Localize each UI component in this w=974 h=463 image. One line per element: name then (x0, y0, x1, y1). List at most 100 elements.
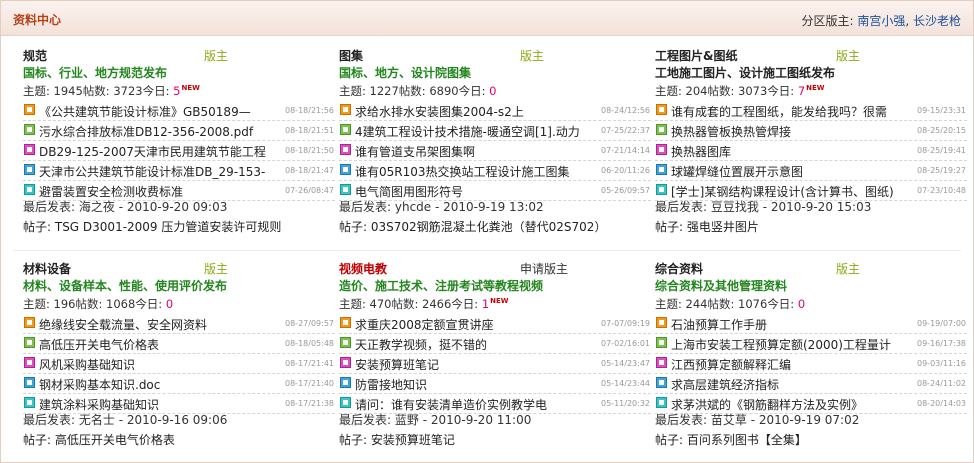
thread-row[interactable]: 《公共建筑节能设计标准》GB50189— 08-18/21:56 (23, 101, 335, 121)
thread-type-icon (656, 104, 667, 115)
post-title-link[interactable]: 03S702钢筋混凝土化粪池（替代02S702） (371, 220, 607, 234)
thread-row[interactable]: 谁有管道支吊架图集啊 07-21/14:14 (339, 141, 651, 161)
today-count: 0 (797, 297, 806, 311)
thread-title[interactable]: 江西预算定额解释汇编 (671, 356, 899, 373)
post-title-link[interactable]: 百问系列图书【全集】 (687, 433, 807, 447)
forum-name[interactable]: 图集 (339, 47, 363, 64)
thread-row[interactable]: 天正教学视频，挺不错的 07-02/16:01 (339, 334, 651, 354)
thread-row[interactable]: 江西预算定额解释汇编 09-03/11:16 (655, 354, 967, 374)
thread-title[interactable]: 4建筑工程设计技术措施-暖通空调[1].动力 (355, 123, 583, 140)
forum-name[interactable]: 工程图片&图纸 (655, 47, 737, 64)
thread-row[interactable]: 球罐焊缝位置展开示意图 08-25/19:27 (655, 161, 967, 181)
thread-title[interactable]: 换热器管板换热管焊接 (671, 123, 899, 140)
thread-row[interactable]: 谁有05R103热交换站工程设计施工图集 06-20/11:26 (339, 161, 651, 181)
post-title-link[interactable]: 安装预算班笔记 (371, 433, 455, 447)
forum-moderator[interactable]: 版主 (836, 260, 860, 277)
thread-date: 08-17/21:41 (285, 359, 334, 368)
thread-title[interactable]: 谁有管道支吊架图集啊 (355, 143, 583, 160)
moderator-link[interactable]: 长沙老枪 (913, 14, 961, 28)
last-post-user[interactable]: yhcde (395, 200, 431, 214)
forum-block: 图集 版主 国标、地方、设计院图集 主题: 1227帖数: 6890今日: 0 求给水排… (339, 47, 651, 237)
last-post-time: 2010-9-16 09:06 (126, 413, 228, 427)
thread-type-icon (656, 337, 667, 348)
thread-title[interactable]: 换热器图库 (671, 143, 899, 160)
topics-count: 1227 (369, 84, 399, 98)
thread-date: 08-25/19:27 (917, 166, 966, 175)
thread-title[interactable]: 污水综合排放标准DB12-356-2008.pdf (39, 123, 267, 140)
last-post-label: 最后发表: (655, 413, 711, 427)
last-post-user[interactable]: 无名士 (79, 413, 115, 427)
thread-title[interactable]: 安装预算班笔记 (355, 356, 583, 373)
thread-date: 09-15/23:31 (917, 106, 966, 115)
thread-title[interactable]: 石油预算工作手册 (671, 316, 899, 333)
thread-row[interactable]: 换热器图库 08-25/19:41 (655, 141, 967, 161)
thread-row[interactable]: 安装预算班笔记 05-14/23:47 (339, 354, 651, 374)
topics-label: 主题: (655, 297, 686, 311)
thread-row[interactable]: 石油预算工作手册 09-19/07:00 (655, 314, 967, 334)
forum-moderator[interactable]: 版主 (836, 47, 860, 64)
thread-title[interactable]: DB29-125-2007天津市民用建筑节能工程 (39, 143, 267, 160)
thread-row[interactable]: 防雷接地知识 05-14/23:44 (339, 374, 651, 394)
thread-row[interactable]: 绝缘线安全载流量、安全网资料 08-27/09:57 (23, 314, 335, 334)
thread-row[interactable]: 钢材采购基本知识.doc 08-17/21:40 (23, 374, 335, 394)
thread-title[interactable]: 谁有05R103热交换站工程设计施工图集 (355, 163, 583, 180)
posts-count: 1068 (106, 297, 136, 311)
thread-title[interactable]: 天正教学视频，挺不错的 (355, 336, 583, 353)
thread-title[interactable]: 上海市安装工程预算定额(2000)工程量计 (671, 336, 899, 353)
thread-row[interactable]: 换热器管板换热管焊接 08-25/20:15 (655, 121, 967, 141)
thread-date: 07-25/22:37 (601, 126, 650, 135)
thread-row[interactable]: DB29-125-2007天津市民用建筑节能工程 08-18/21:50 (23, 141, 335, 161)
thread-title[interactable]: 《公共建筑节能设计标准》GB50189— (39, 103, 267, 120)
thread-type-icon (340, 164, 351, 175)
thread-title[interactable]: 钢材采购基本知识.doc (39, 376, 267, 393)
thread-title[interactable]: 高低压开关电气价格表 (39, 336, 267, 353)
thread-row[interactable]: 高低压开关电气价格表 08-18/05:48 (23, 334, 335, 354)
thread-date: 08-25/20:15 (917, 126, 966, 135)
last-post-sep: - (431, 200, 444, 214)
thread-title[interactable]: 球罐焊缝位置展开示意图 (671, 163, 899, 180)
thread-type-icon (656, 397, 667, 408)
thread-row[interactable]: 谁有成套的工程图纸，能发给我吗？很需 09-15/23:31 (655, 101, 967, 121)
thread-title[interactable]: 求给水排水安装图集2004-s2上 (355, 103, 583, 120)
forum-moderator[interactable]: 版主 (204, 47, 228, 64)
forum-name[interactable]: 视频电教 (339, 260, 387, 277)
forum-name[interactable]: 材料设备 (23, 260, 71, 277)
last-post-user[interactable]: 豆豆找我 (711, 200, 759, 214)
section-title[interactable]: 资料中心 (13, 11, 61, 28)
thread-row[interactable]: 污水综合排放标准DB12-356-2008.pdf 08-18/21:51 (23, 121, 335, 141)
topics-label: 主题: (339, 297, 370, 311)
forum-block: 视频电教 申请版主 造价、施工技术、注册考试等教程视频 主题: 470帖数: 2466… (339, 260, 651, 450)
post-title-link[interactable]: 强电竖井图片 (687, 220, 759, 234)
thread-row[interactable]: 天津市公共建筑节能设计标准DB_29-153- 08-18/21:47 (23, 161, 335, 181)
thread-title[interactable]: 天津市公共建筑节能设计标准DB_29-153- (39, 163, 267, 180)
today-count: 0 (165, 297, 174, 311)
thread-row[interactable]: 上海市安装工程预算定额(2000)工程量计 09-16/17:38 (655, 334, 967, 354)
thread-row[interactable]: 求给水排水安装图集2004-s2上 08-24/12:56 (339, 101, 651, 121)
thread-title[interactable]: 求高层建筑经济指标 (671, 376, 899, 393)
thread-row[interactable]: 求重庆2008定额宣贯讲座 07-07/09:19 (339, 314, 651, 334)
forum-moderator[interactable]: 版主 (520, 47, 544, 64)
last-post-user[interactable]: 海之夜 (79, 200, 115, 214)
forum-moderator[interactable]: 版主 (204, 260, 228, 277)
forum-description: 材料、设备样本、性能、使用评价发布 (23, 279, 228, 293)
thread-type-icon (24, 317, 35, 328)
post-title-link[interactable]: TSG D3001-2009 压力管道安装许可规则 (55, 220, 282, 234)
last-post-user[interactable]: 蓝野 (395, 413, 419, 427)
forum-moderator[interactable]: 申请版主 (520, 260, 568, 277)
thread-title[interactable]: 风机采购基础知识 (39, 356, 267, 373)
thread-title[interactable]: 绝缘线安全载流量、安全网资料 (39, 316, 267, 333)
thread-title[interactable]: 防雷接地知识 (355, 376, 583, 393)
thread-title[interactable]: 谁有成套的工程图纸，能发给我吗？很需 (671, 103, 899, 120)
forum-name[interactable]: 规范 (23, 47, 47, 64)
thread-type-icon (340, 144, 351, 155)
thread-row[interactable]: 4建筑工程设计技术措施-暖通空调[1].动力 07-25/22:37 (339, 121, 651, 141)
thread-title[interactable]: 求重庆2008定额宣贯讲座 (355, 316, 583, 333)
last-post-user[interactable]: 苗艾草 (711, 413, 747, 427)
post-label: 帖子: (339, 433, 371, 447)
today-label: 今日: (135, 297, 166, 311)
moderator-link[interactable]: 南宫小强 (857, 14, 905, 28)
thread-row[interactable]: 求高层建筑经济指标 08-24/11:02 (655, 374, 967, 394)
post-title-link[interactable]: 高低压开关电气价格表 (55, 433, 175, 447)
forum-name[interactable]: 综合资料 (655, 260, 703, 277)
thread-row[interactable]: 风机采购基础知识 08-17/21:41 (23, 354, 335, 374)
